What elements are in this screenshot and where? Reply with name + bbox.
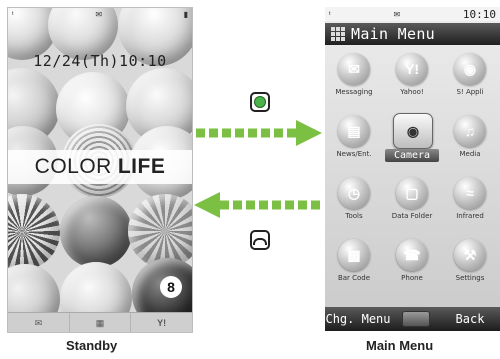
menu-item-label: Media	[459, 150, 481, 158]
menu-item-news-ent[interactable]: ▤ News/Ent.	[325, 111, 383, 173]
end-call-key-icon	[250, 230, 270, 250]
center-soft-key[interactable]	[391, 311, 440, 327]
center-key-icon	[401, 311, 430, 327]
menu-soft-key-bar: Chg. Menu Back	[325, 307, 500, 331]
menu-item-label: News/Ent.	[336, 150, 372, 158]
menu-item-camera[interactable]: ◉ Camera	[383, 111, 441, 173]
menu-item-messaging[interactable]: ✉ Messaging	[325, 49, 383, 111]
menu-item-label: Infrared	[456, 212, 484, 220]
envelope-icon: ✉	[338, 53, 370, 85]
media-icon: ♫	[454, 115, 486, 147]
left-arrow-icon	[194, 192, 320, 218]
menu-soft-key[interactable]: ▦	[70, 313, 132, 332]
menu-item-phone[interactable]: ☎ Phone	[383, 235, 441, 297]
folder-icon: ▢	[396, 177, 428, 209]
banner-color-text: COLOR	[34, 155, 112, 178]
menu-item-label: Yahoo!	[400, 88, 424, 96]
menu-item-label: S! Appli	[456, 88, 484, 96]
mail-status-icon: ✉	[95, 9, 103, 19]
color-life-banner: COLOR LIFE	[8, 150, 192, 184]
back-soft-key[interactable]: Back	[440, 312, 500, 326]
menu-item-label: Settings	[455, 274, 485, 282]
banner-life-text: LIFE	[117, 155, 166, 178]
signal-icon: ᵗ	[12, 9, 14, 19]
gamepad-icon: ◉	[454, 53, 486, 85]
eight-ball-icon: 8	[160, 276, 182, 298]
menu-item-label: Bar Code	[337, 274, 371, 282]
menu-item-tools[interactable]: ◷ Tools	[325, 173, 383, 235]
camera-icon: ◉	[393, 113, 433, 149]
menu-title-bar: Main Menu	[325, 23, 500, 45]
envelope-icon: ✉	[34, 317, 43, 328]
menu-item-s-appli[interactable]: ◉ S! Appli	[441, 49, 499, 111]
status-bar: ᵗ ✉ ▮	[8, 8, 192, 20]
mail-soft-key[interactable]: ✉	[8, 313, 70, 332]
chg-menu-soft-key[interactable]: Chg. Menu	[325, 312, 391, 326]
wrench-icon: ⚒	[454, 239, 486, 271]
mail-status-icon: ✉	[393, 9, 401, 19]
menu-item-label: Camera	[385, 149, 439, 162]
clock-icon: ◷	[338, 177, 370, 209]
main-menu-caption: Main Menu	[366, 338, 434, 353]
menu-item-label: Phone	[401, 274, 423, 282]
menu-item-data-folder[interactable]: ▢ Data Folder	[383, 173, 441, 235]
news-icon: ▤	[338, 115, 370, 147]
barcode-icon: ▩	[338, 239, 370, 271]
standby-clock: 12/24(Th)10:10	[33, 52, 167, 70]
center-key-icon	[250, 92, 270, 112]
standby-soft-key-bar: ✉ ▦ Y!	[8, 312, 192, 332]
phone-icon: ☎	[396, 239, 428, 271]
yahoo-icon: Y!	[157, 318, 167, 328]
menu-title: Main Menu	[351, 25, 435, 43]
status-bar: ᵗ ✉ 10:10	[325, 7, 500, 21]
menu-item-media[interactable]: ♫ Media	[441, 111, 499, 173]
menu-item-label: Messaging	[335, 88, 373, 96]
standby-caption: Standby	[66, 338, 118, 353]
menu-item-infrared[interactable]: ≈ Infrared	[441, 173, 499, 235]
right-arrow-icon	[196, 120, 322, 146]
menu-item-label: Data Folder	[391, 212, 433, 220]
battery-icon: ▮	[183, 9, 188, 19]
menu-item-label: Tools	[345, 212, 363, 220]
status-time: 10:10	[462, 7, 496, 21]
infrared-icon: ≈	[454, 177, 486, 209]
menu-item-bar-code[interactable]: ▩ Bar Code	[325, 235, 383, 297]
yahoo-icon: Y!	[396, 53, 428, 85]
menu-item-yahoo[interactable]: Y! Yahoo!	[383, 49, 441, 111]
main-menu-screen: ᵗ ✉ 10:10 Main Menu ✉ Messaging Y! Yahoo…	[325, 7, 500, 331]
signal-icon: ᵗ	[329, 9, 331, 19]
yahoo-soft-key[interactable]: Y!	[131, 313, 192, 332]
menu-item-settings[interactable]: ⚒ Settings	[441, 235, 499, 297]
standby-screen: 8 ᵗ ✉ ▮ 12/24(Th)10:10 COLOR LIFE ✉ ▦ Y!	[7, 7, 193, 333]
menu-grid-icon: ▦	[95, 317, 105, 328]
menu-grid-icon	[331, 27, 345, 41]
